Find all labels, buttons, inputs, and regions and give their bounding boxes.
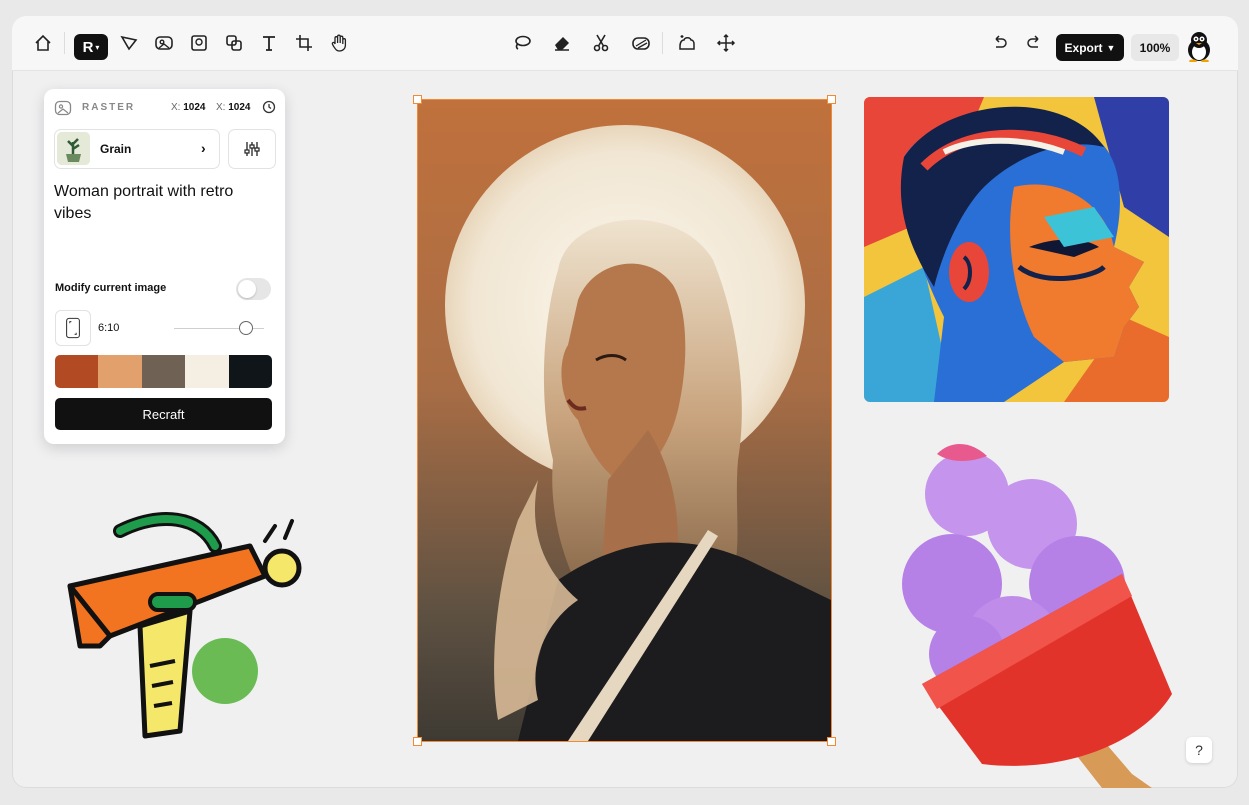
palette-swatch-5[interactable] (228, 355, 272, 388)
undo-icon[interactable] (987, 30, 1013, 56)
aspect-ratio-label: 6:10 (98, 322, 120, 334)
resize-handle-top-left[interactable] (413, 95, 422, 104)
aspect-ratio-button[interactable] (55, 310, 91, 346)
avatar[interactable] (1184, 30, 1214, 63)
export-label: Export (1064, 40, 1103, 55)
generation-panel: RASTER X: 1024 X: 1024 Grain › Woman por… (44, 89, 285, 444)
pop-art-portrait-image[interactable] (864, 97, 1169, 402)
toolbar-divider (662, 32, 663, 54)
aspect-ratio-slider-thumb[interactable] (239, 321, 253, 335)
help-icon: ? (1195, 742, 1203, 758)
modify-current-image-label: Modify current image (55, 282, 167, 294)
move-icon[interactable] (713, 30, 739, 56)
toolbar-divider (64, 32, 65, 54)
history-icon[interactable] (261, 99, 277, 115)
zoom-level-button[interactable]: 100% (1131, 34, 1179, 61)
prompt-input[interactable]: Woman portrait with retro vibes (54, 181, 274, 225)
scissors-icon[interactable] (588, 30, 614, 56)
palette-swatch-2[interactable] (98, 355, 142, 388)
toggle-knob (238, 280, 256, 298)
top-toolbar: R ▾ Export ▼ 100% (12, 16, 1238, 71)
hammer-sticker-image[interactable] (60, 506, 305, 746)
chevron-down-icon: ▼ (1106, 42, 1116, 53)
eraser-icon[interactable] (549, 30, 575, 56)
resize-handle-bottom-right[interactable] (827, 737, 836, 746)
height-value: 1024 (228, 102, 251, 113)
app-window: R ▾ Export ▼ 100% RASTER X: 1024 X: 1024… (12, 16, 1238, 788)
palette-swatch-3[interactable] (141, 355, 186, 388)
lasso-icon[interactable] (509, 30, 535, 56)
recraft-button[interactable]: Recraft (55, 398, 272, 430)
logo-icon: R (82, 38, 94, 56)
frame-image-icon[interactable] (186, 30, 212, 56)
home-icon[interactable] (30, 30, 56, 56)
width-field[interactable]: X: 1024 (171, 102, 205, 113)
recraft-label: Recraft (142, 406, 185, 422)
portrait-ratio-icon (66, 317, 80, 339)
resize-handle-top-right[interactable] (827, 95, 836, 104)
remove-bg-icon[interactable] (674, 30, 700, 56)
chevron-right-icon: › (201, 140, 206, 156)
style-name: Grain (100, 142, 132, 156)
hand-icon[interactable] (326, 30, 352, 56)
modify-current-image-toggle[interactable] (236, 278, 271, 300)
resize-handle-bottom-left[interactable] (413, 737, 422, 746)
width-prefix: X: (171, 102, 181, 113)
style-thumbnail (57, 132, 90, 165)
sliders-icon (244, 142, 260, 156)
panel-header: RASTER X: 1024 X: 1024 (54, 99, 276, 117)
chevron-down-icon: ▾ (95, 42, 100, 52)
style-selector[interactable]: Grain › (54, 129, 220, 169)
selected-portrait-image[interactable] (413, 95, 836, 746)
palette-swatch-1[interactable] (55, 355, 99, 388)
redo-icon[interactable] (1021, 30, 1047, 56)
portrait-artwork (418, 100, 831, 741)
vectorize-icon[interactable] (628, 30, 654, 56)
palette-swatch-4[interactable] (185, 355, 229, 388)
pen-tool-icon[interactable] (116, 30, 142, 56)
logo-menu-button[interactable]: R ▾ (74, 34, 108, 60)
zoom-label: 100% (1139, 40, 1171, 55)
height-field[interactable]: X: 1024 (216, 102, 250, 113)
raster-icon (54, 100, 72, 116)
layers-icon[interactable] (221, 30, 247, 56)
mode-label: RASTER (82, 102, 136, 113)
export-button[interactable]: Export ▼ (1056, 34, 1124, 61)
width-value: 1024 (183, 102, 206, 113)
crop-icon[interactable] (291, 30, 317, 56)
text-icon[interactable] (256, 30, 282, 56)
image-icon[interactable] (151, 30, 177, 56)
ice-cream-3d-image[interactable] (892, 434, 1192, 788)
style-settings-button[interactable] (228, 129, 276, 169)
help-button[interactable]: ? (1186, 737, 1212, 763)
color-palette (55, 355, 272, 388)
height-prefix: X: (216, 102, 226, 113)
